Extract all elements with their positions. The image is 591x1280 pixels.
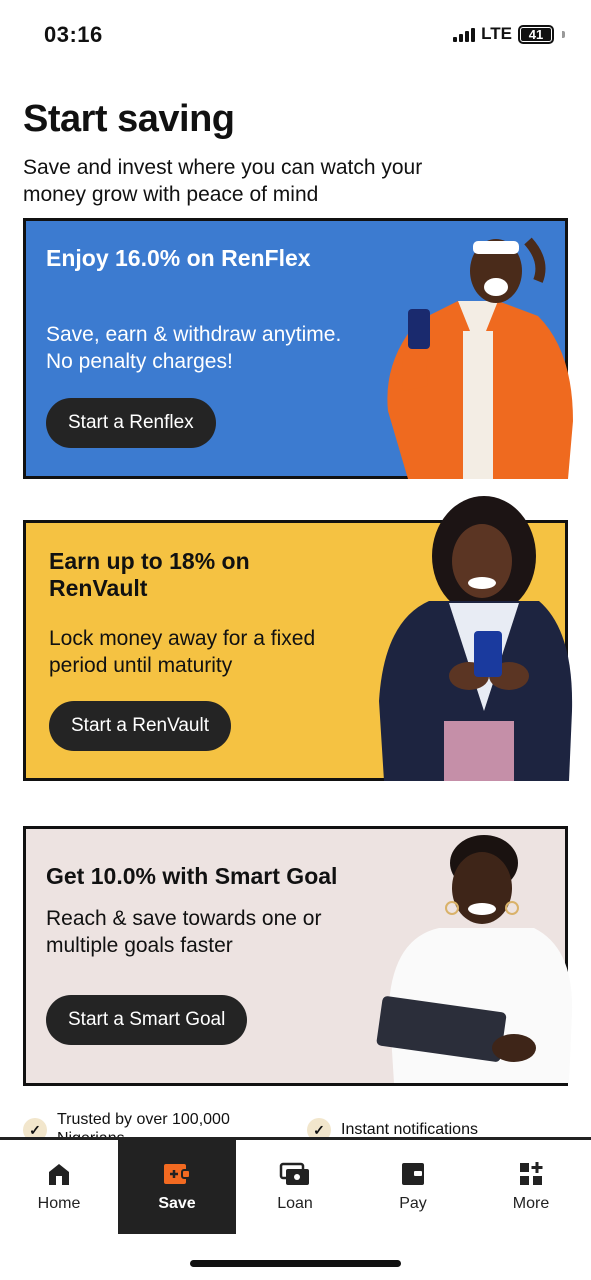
start-renflex-button[interactable]: Start a Renflex xyxy=(46,398,216,448)
tab-pay-label: Pay xyxy=(399,1195,427,1212)
trust-text-users: Trusted by over 100,000 Nigerians xyxy=(57,1111,230,1140)
trust-row: ✓ Trusted by over 100,000 Nigerians ✓ In… xyxy=(0,1106,591,1140)
renflex-title: Enjoy 16.0% on RenFlex xyxy=(46,245,311,271)
smartgoal-person-image xyxy=(376,835,573,1083)
home-icon xyxy=(49,1164,69,1185)
grid-plus-icon xyxy=(520,1162,543,1185)
signal-icon xyxy=(453,26,476,42)
renvault-description: Lock money away for a fixed period until… xyxy=(49,627,316,677)
battery-level: 41 xyxy=(521,27,551,41)
trust-item-notifications: ✓ Instant notifications xyxy=(307,1110,478,1140)
tab-pay[interactable]: Pay xyxy=(354,1140,472,1234)
renvault-card[interactable]: Earn up to 18% on RenVault Lock money aw… xyxy=(23,496,573,781)
tab-home[interactable]: Home xyxy=(0,1140,118,1234)
save-icon xyxy=(164,1164,191,1184)
tab-more[interactable]: More xyxy=(472,1140,590,1234)
status-time: 03:16 xyxy=(44,22,103,47)
network-label: LTE xyxy=(481,24,512,43)
renvault-title: Earn up to 18% on RenVault xyxy=(49,548,250,601)
wallet-icon xyxy=(402,1163,424,1185)
renvault-person-image xyxy=(379,496,573,781)
tab-loan[interactable]: Loan xyxy=(236,1140,354,1234)
page-subtitle: Save and invest where you can watch your… xyxy=(23,156,423,206)
battery-icon: 41 xyxy=(518,24,554,44)
renflex-description: Save, earn & withdraw anytime. No penalt… xyxy=(46,323,342,373)
loan-icon xyxy=(279,1162,309,1185)
tab-loan-label: Loan xyxy=(277,1195,313,1212)
tab-save[interactable]: Save xyxy=(118,1140,236,1234)
smartgoal-title: Get 10.0% with Smart Goal xyxy=(46,863,338,889)
renflex-person-image xyxy=(387,237,573,479)
start-renvault-button[interactable]: Start a RenVault xyxy=(49,701,232,751)
start-smartgoal-button[interactable]: Start a Smart Goal xyxy=(46,995,248,1045)
status-bar: 03:16 LTE 41 xyxy=(0,0,591,72)
tab-more-label: More xyxy=(512,1195,550,1212)
page-title: Start saving xyxy=(23,98,235,140)
bottom-tab-bar: Home Save Loan Pay More xyxy=(0,1137,591,1280)
trust-item-users: ✓ Trusted by over 100,000 Nigerians xyxy=(23,1110,243,1140)
renflex-card[interactable]: Enjoy 16.0% on RenFlex Save, earn & with… xyxy=(23,218,573,479)
battery-cap xyxy=(562,30,565,38)
smartgoal-card[interactable]: Get 10.0% with Smart Goal Reach & save t… xyxy=(23,826,573,1086)
home-indicator xyxy=(190,1260,401,1267)
tab-home-label: Home xyxy=(37,1195,81,1212)
smartgoal-description: Reach & save towards one or multiple goa… xyxy=(46,907,322,957)
status-indicators: LTE 41 xyxy=(453,24,565,44)
tab-save-label: Save xyxy=(158,1195,196,1212)
